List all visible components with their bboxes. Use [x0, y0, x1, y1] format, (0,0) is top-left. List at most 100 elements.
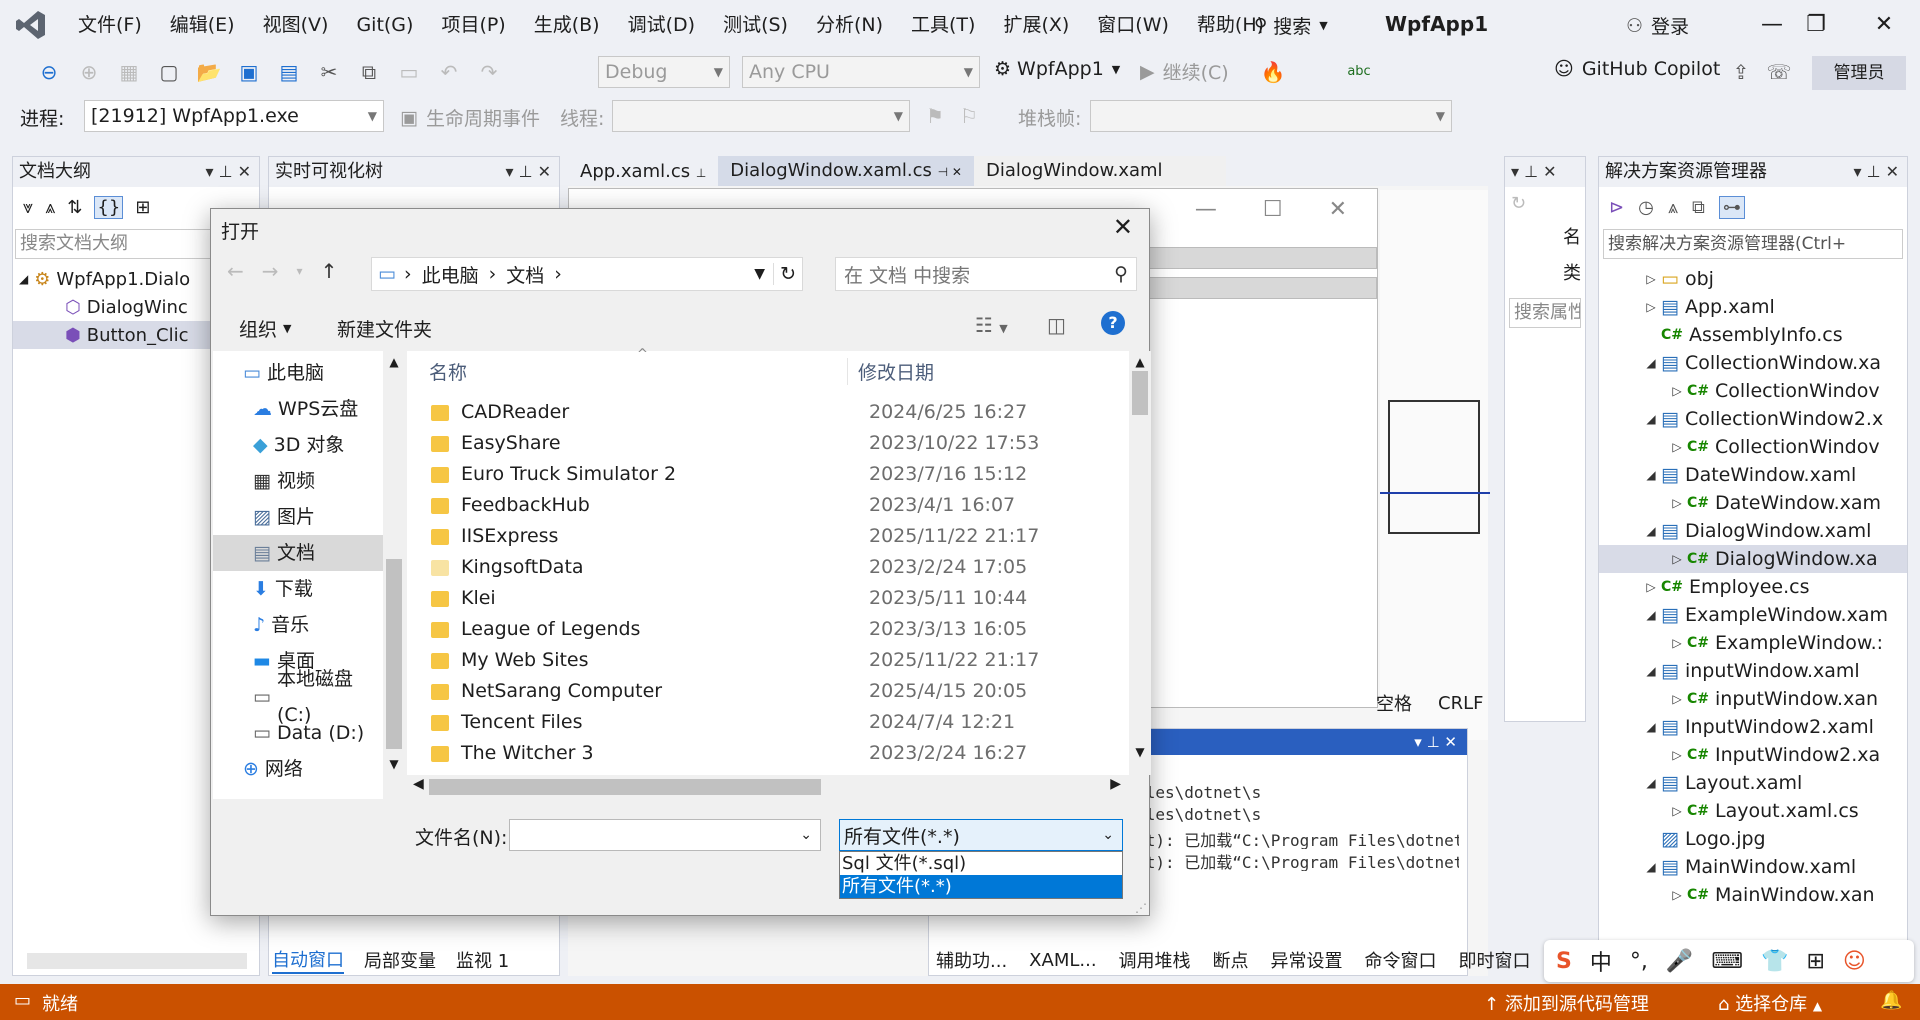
nav-item[interactable]: ▭ Data (D:)	[213, 715, 383, 751]
menu-item[interactable]: 项目(P)	[427, 0, 519, 50]
outline-item-selected[interactable]: ⬢ Button_Clic	[13, 321, 213, 349]
collapsed-arrow-icon[interactable]: ▷	[1641, 293, 1661, 321]
show-all-files-icon[interactable]: ⧉	[1692, 197, 1705, 218]
close-button[interactable]: ✕	[1864, 8, 1904, 42]
flag-icon[interactable]: ⚑	[920, 101, 950, 131]
collapsed-arrow-icon[interactable]: ▷	[1641, 265, 1661, 293]
preview-pane-icon[interactable]: ◫	[1047, 313, 1066, 337]
minimap[interactable]	[1380, 190, 1490, 740]
switch-views-icon[interactable]: ⊳	[1609, 197, 1624, 218]
file-row[interactable]: My Web Sites 2025/11/22 21:17	[431, 645, 1129, 676]
nav-item[interactable]: ▨ 图片	[213, 499, 383, 535]
debug-tab[interactable]: 自动窗口	[272, 946, 344, 974]
toolbox-icon[interactable]: ⊞	[1806, 949, 1824, 974]
debug-tab[interactable]: 辅助功...	[936, 947, 1007, 973]
column-header-date[interactable]: 修改日期	[847, 357, 934, 385]
menu-item[interactable]: 文件(F)	[64, 0, 156, 50]
minimap-viewport[interactable]	[1388, 400, 1480, 534]
select-repo-button[interactable]: ⌂ 选择仓库 ▲	[1718, 990, 1822, 1016]
back-arrow-icon[interactable]: ←	[227, 259, 244, 283]
expanded-arrow-icon[interactable]: ◢	[1641, 769, 1661, 797]
debug-tab[interactable]: 调用堆栈	[1119, 947, 1191, 973]
properties-search-input[interactable]: 搜索属性	[1509, 298, 1581, 328]
file-row[interactable]: Klei 2023/5/11 10:44	[431, 583, 1129, 614]
solution-search-input[interactable]: 搜索解决方案资源管理器(Ctrl+	[1603, 229, 1903, 259]
sort-icon[interactable]: ⇅	[67, 197, 82, 218]
menu-item[interactable]: 视图(V)	[249, 0, 343, 50]
spellcheck-icon[interactable]: abc	[1344, 57, 1374, 87]
redo-icon[interactable]: ↷	[474, 57, 504, 87]
refresh-icon[interactable]: ↻	[1505, 187, 1585, 220]
column-header-name[interactable]: 名称	[407, 358, 847, 385]
solution-item[interactable]: ◢ ▤ DialogWindow.xaml	[1599, 517, 1907, 545]
solution-item[interactable]: ▷ C# DateWindow.xam	[1599, 489, 1907, 517]
new-file-icon[interactable]: ▢	[154, 57, 184, 87]
address-bar[interactable]: ▭ › 此电脑 › 文档 › ▼ ↻	[371, 257, 803, 291]
menu-item[interactable]: 扩展(X)	[989, 0, 1083, 50]
breadcrumb-item[interactable]: 此电脑	[422, 261, 479, 288]
thread-dropdown[interactable]: ▼	[612, 100, 910, 132]
ime-chinese-mode[interactable]: 中	[1590, 945, 1612, 977]
solution-item[interactable]: ◢ ▤ ExampleWindow.xam	[1599, 601, 1907, 629]
debug-tab[interactable]: 即时窗口	[1459, 947, 1531, 973]
collapse-icon[interactable]: ⩔	[23, 197, 33, 218]
line-endings[interactable]: CRLF	[1438, 693, 1483, 714]
notifications-icon[interactable]: 🔔	[1880, 990, 1902, 1011]
expanded-arrow-icon[interactable]: ◢	[1641, 601, 1661, 629]
punctuation-icon[interactable]: °,	[1630, 949, 1648, 974]
menu-item[interactable]: 测试(S)	[709, 0, 802, 50]
sogou-logo-icon[interactable]: S	[1556, 949, 1572, 974]
flag-thread-icon[interactable]: ⚐	[954, 101, 984, 131]
filetype-option-selected[interactable]: 所有文件(*.*)	[840, 875, 1122, 898]
expand-icon[interactable]: ⩓	[45, 197, 55, 218]
expanded-arrow-icon[interactable]: ◢	[1641, 349, 1661, 377]
solution-item[interactable]: ▨ Logo.jpg	[1599, 825, 1907, 853]
collapsed-arrow-icon[interactable]: ▷	[1667, 797, 1687, 825]
expanded-arrow-icon[interactable]: ◢	[1641, 853, 1661, 881]
indent-mode[interactable]: 空格	[1376, 690, 1412, 716]
menu-item[interactable]: 编辑(E)	[156, 0, 249, 50]
help-button[interactable]: ?	[1101, 311, 1125, 335]
global-search[interactable]: ⚲ 搜索 ▼	[1254, 10, 1328, 40]
visual-studio-logo-icon[interactable]	[14, 8, 48, 42]
view-options-icon[interactable]: ☷ ▼	[975, 313, 1008, 337]
breadcrumb-item[interactable]: 文档	[506, 261, 544, 288]
collapsed-arrow-icon[interactable]: ▷	[1667, 377, 1687, 405]
file-row[interactable]: KingsoftData 2023/2/24 17:05	[431, 552, 1129, 583]
solution-item[interactable]: ▷ C# CollectionWindov	[1599, 433, 1907, 461]
solution-item[interactable]: ▷ ▤ App.xaml	[1599, 293, 1907, 321]
menu-item[interactable]: 窗口(W)	[1083, 0, 1183, 50]
collapsed-arrow-icon[interactable]: ▷	[1667, 433, 1687, 461]
filename-dropdown-icon[interactable]: ⌄	[800, 827, 812, 843]
file-row[interactable]: NetSarang Computer 2025/4/15 20:05	[431, 676, 1129, 707]
solution-item[interactable]: ◢ ▤ MainWindow.xaml	[1599, 853, 1907, 881]
solution-item[interactable]: ▷ C# ExampleWindow.:	[1599, 629, 1907, 657]
expanded-arrow-icon[interactable]: ◢	[1641, 405, 1661, 433]
layout-icon[interactable]: ⊞	[135, 197, 150, 218]
solution-item[interactable]: ▷ C# CollectionWindov	[1599, 377, 1907, 405]
panel-controls[interactable]: ▾ ⊥ ✕	[505, 157, 551, 187]
editor-tab-active[interactable]: DialogWindow.xaml.cs ⊣ ✕	[718, 156, 974, 186]
nav-item[interactable]: ▦ 视频	[213, 463, 383, 499]
continue-button[interactable]: ▶ 继续(C)	[1140, 58, 1229, 85]
resize-grip-icon[interactable]: ⋰	[1135, 901, 1147, 915]
lifecycle-events-button[interactable]: ▣ 生命周期事件	[400, 104, 540, 131]
cut-icon[interactable]: ✂	[314, 57, 344, 87]
save-icon[interactable]: ▣	[234, 57, 264, 87]
menu-item[interactable]: Git(G)	[342, 0, 427, 50]
share-icon[interactable]: ⇪	[1726, 57, 1756, 87]
save-all-icon[interactable]: ▤	[274, 57, 304, 87]
nav-item[interactable]: ▭ 此电脑	[213, 355, 383, 391]
sync-icon[interactable]: {}	[94, 195, 124, 219]
menu-item[interactable]: 生成(B)	[520, 0, 614, 50]
file-row[interactable]: CADReader 2024/6/25 16:27	[431, 397, 1129, 428]
h-scroll-thumb[interactable]	[429, 779, 821, 795]
nav-item[interactable]: ◆ 3D 对象	[213, 427, 383, 463]
restore-button[interactable]: ❐	[1796, 8, 1836, 42]
hot-reload-icon[interactable]: 🔥	[1258, 57, 1288, 87]
file-row[interactable]: IISExpress 2025/11/22 21:17	[431, 521, 1129, 552]
solution-item[interactable]: ▷ ▭ obj	[1599, 265, 1907, 293]
process-dropdown[interactable]: [21912] WpfApp1.exe ▼	[84, 100, 384, 132]
solution-item[interactable]: ▷ C# Layout.xaml.cs	[1599, 797, 1907, 825]
nav-scrollbar[interactable]: ▲ ▼	[383, 351, 405, 799]
